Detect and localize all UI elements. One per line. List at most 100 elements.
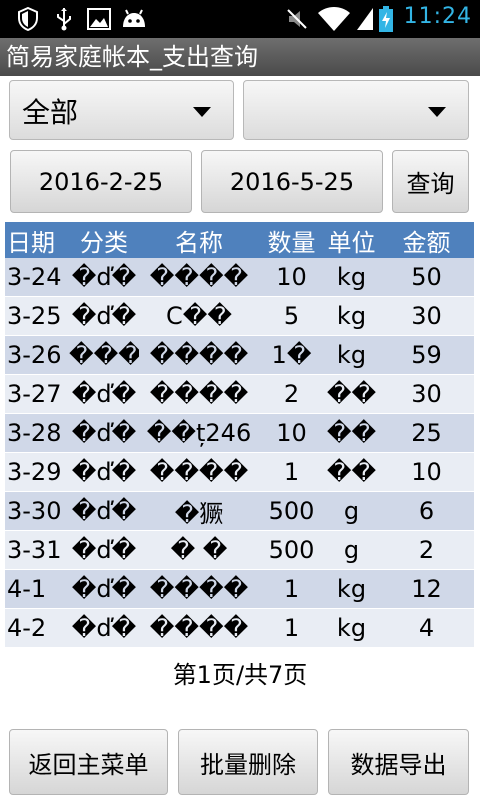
cell-date: 3-30	[7, 497, 62, 525]
usb-icon	[52, 6, 76, 32]
header-quantity: 数量	[267, 228, 316, 257]
table-row[interactable]: 3-31 �ď� � � 500 g 2	[5, 531, 474, 570]
cell-name: ����	[149, 341, 249, 369]
signal-icon	[354, 6, 376, 32]
cell-date: 3-26	[7, 341, 62, 369]
cell-category: �ď�	[71, 497, 137, 525]
cell-quantity: 5	[283, 302, 300, 330]
cell-amount: 6	[418, 497, 435, 525]
cell-name: ����	[149, 614, 249, 642]
cell-name: ����	[149, 575, 249, 603]
cell-name: ����	[149, 263, 249, 291]
cell-amount: 10	[411, 458, 442, 486]
chevron-down-icon	[193, 107, 211, 117]
image-icon	[86, 6, 112, 32]
cell-amount: 25	[411, 419, 442, 447]
cell-category: �ď�	[71, 614, 137, 642]
cell-date: 3-31	[7, 536, 62, 564]
battery-charging-icon	[378, 6, 394, 32]
table-row[interactable]: 3-29 �ď� ���� 1 �� 10	[5, 453, 474, 492]
table-row[interactable]: 3-24 �ď� ���� 10 kg 50	[5, 258, 474, 297]
cell-name: � �	[170, 536, 228, 564]
start-date-button[interactable]: 2016-2-25	[10, 150, 192, 213]
cell-date: 4-2	[7, 614, 47, 642]
cell-quantity: 1	[283, 614, 300, 642]
cell-category: �ď�	[71, 575, 137, 603]
cell-unit: ��	[326, 380, 377, 408]
cell-quantity: 2	[283, 380, 300, 408]
table-row[interactable]: 3-27 �ď� ���� 2 �� 30	[5, 375, 474, 414]
table-row[interactable]: 3-25 �ď� C�� 5 kg 30	[5, 297, 474, 336]
shield-icon	[16, 6, 40, 32]
android-icon	[120, 6, 148, 32]
chevron-down-icon	[428, 107, 446, 117]
table-row[interactable]: 3-30 �ď� �獗 500 g 6	[5, 492, 474, 531]
table-row[interactable]: 4-2 �ď� ���� 1 kg 4	[5, 609, 474, 648]
table-header: 日期 分类 名称 数量 单位 金额	[5, 222, 474, 258]
cell-name: ����	[149, 458, 249, 486]
status-bar: 11:24	[0, 0, 480, 38]
cell-name: ��ț246	[146, 419, 252, 447]
cell-quantity: 1�	[271, 341, 312, 369]
mute-icon	[284, 6, 310, 32]
page-title: 简易家庭帐本_支出查询	[0, 38, 480, 76]
cell-category: ����	[69, 341, 139, 369]
cell-category: �ď�	[71, 458, 137, 486]
cell-date: 3-25	[7, 302, 62, 330]
header-amount: 金额	[402, 228, 451, 257]
cell-category: �ď�	[71, 302, 137, 330]
cell-amount: 12	[411, 575, 442, 603]
header-name: 名称	[175, 228, 223, 257]
clock: 11:24	[403, 4, 472, 29]
cell-name: C��	[166, 302, 232, 330]
cell-category: �ď�	[71, 380, 137, 408]
cell-unit: ��	[326, 458, 377, 486]
batch-delete-button[interactable]: 批量删除	[178, 729, 318, 795]
table-row[interactable]: 4-1 �ď� ���� 1 kg 12	[5, 570, 474, 609]
cell-date: 3-28	[7, 419, 62, 447]
subcategory-spinner[interactable]	[243, 80, 469, 140]
cell-amount: 59	[411, 341, 442, 369]
cell-amount: 2	[418, 536, 435, 564]
cell-date: 3-24	[7, 263, 62, 291]
cell-unit: g	[343, 497, 360, 525]
header-unit: 单位	[327, 228, 376, 257]
query-button[interactable]: 查询	[392, 150, 469, 213]
cell-category: �ď�	[71, 536, 137, 564]
cell-unit: kg	[336, 263, 367, 291]
cell-unit: kg	[336, 575, 367, 603]
cell-unit: kg	[336, 614, 367, 642]
cell-amount: 50	[411, 263, 442, 291]
cell-unit: kg	[336, 302, 367, 330]
cell-name: �獗	[174, 499, 224, 528]
cell-category: �ď�	[71, 419, 137, 447]
cell-quantity: 500	[268, 536, 315, 564]
cell-quantity: 10	[276, 419, 307, 447]
cell-unit: kg	[336, 341, 367, 369]
wifi-icon	[316, 6, 352, 32]
table-row[interactable]: 3-28 �ď� ��ț246 10 �� 25	[5, 414, 474, 453]
header-category: 分类	[80, 228, 128, 257]
cell-amount: 30	[411, 380, 442, 408]
category-spinner-value: 全部	[22, 96, 79, 129]
cell-date: 3-27	[7, 380, 62, 408]
cell-amount: 30	[411, 302, 442, 330]
cell-quantity: 500	[268, 497, 315, 525]
cell-date: 3-29	[7, 458, 62, 486]
cell-category: �ď�	[71, 263, 137, 291]
cell-date: 4-1	[7, 575, 47, 603]
header-date: 日期	[7, 228, 55, 257]
back-to-menu-button[interactable]: 返回主菜单	[9, 729, 168, 795]
expense-table: 日期 分类 名称 数量 单位 金额 3-24 �ď� ���� 10 kg 50 3-25 �…	[5, 222, 474, 648]
cell-amount: 4	[418, 614, 435, 642]
cell-quantity: 1	[283, 575, 300, 603]
cell-quantity: 1	[283, 458, 300, 486]
cell-unit: ��	[326, 419, 377, 447]
category-spinner[interactable]: 全部	[9, 80, 234, 140]
end-date-button[interactable]: 2016-5-25	[201, 150, 383, 213]
table-row[interactable]: 3-26��������1�kg59	[5, 336, 474, 375]
export-data-button[interactable]: 数据导出	[328, 729, 469, 795]
page-indicator: 第1页/共7页	[172, 661, 308, 689]
cell-name: ����	[149, 380, 249, 408]
cell-quantity: 10	[276, 263, 307, 291]
